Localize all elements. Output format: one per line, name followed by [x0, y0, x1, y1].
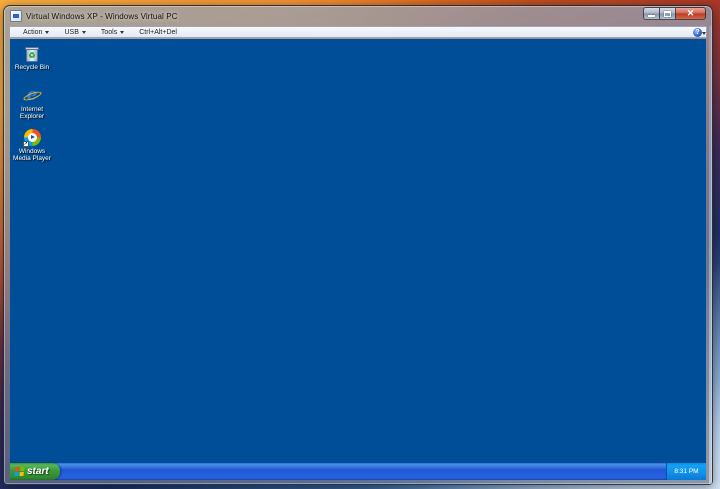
- maximize-icon: [664, 10, 671, 17]
- menu-action-label: Action: [23, 28, 43, 36]
- caption-buttons: ✕: [643, 7, 706, 20]
- minimize-button[interactable]: [643, 7, 660, 20]
- virtual-pc-window[interactable]: Virtual Windows XP - Windows Virtual PC …: [3, 5, 713, 485]
- help-icon[interactable]: ?: [693, 28, 702, 37]
- help-chevron-down-icon[interactable]: [702, 32, 706, 35]
- virtual-pc-app-icon: [10, 10, 22, 22]
- desktop-icon-label: Windows Media Player: [13, 148, 51, 162]
- menu-usb-label: USB: [64, 28, 79, 36]
- start-label: start: [27, 466, 49, 477]
- title-bar[interactable]: Virtual Windows XP - Windows Virtual PC …: [4, 6, 712, 26]
- menu-action[interactable]: Action: [20, 27, 52, 37]
- menu-usb[interactable]: USB: [61, 27, 88, 37]
- chevron-down-icon: [120, 30, 125, 34]
- menu-ctrl-alt-del-label: Ctrl+Alt+Del: [139, 28, 177, 36]
- taskbar[interactable]: start 8:31 PM: [10, 463, 706, 480]
- menu-tools-label: Tools: [100, 28, 118, 36]
- minimize-icon: [648, 14, 655, 17]
- windows-flag-icon: [14, 467, 25, 476]
- desktop-icon-label: Internet Explorer: [19, 106, 45, 120]
- internet-explorer-icon: e: [22, 87, 42, 104]
- maximize-button[interactable]: [660, 7, 676, 20]
- recycle-bin-icon: ♻: [24, 46, 40, 62]
- desktop-icon-recycle-bin[interactable]: ♻ Recycle Bin: [10, 46, 55, 71]
- desktop-icon-label: Recycle Bin: [14, 64, 50, 71]
- window-edge: [709, 26, 712, 484]
- desktop-icon-windows-media-player[interactable]: ↗ Windows Media Player: [10, 129, 55, 162]
- close-button[interactable]: ✕: [676, 7, 706, 20]
- taskbar-clock[interactable]: 8:31 PM: [674, 468, 698, 475]
- guest-desktop[interactable]: ♻ Recycle Bin e Internet Explorer ↗ Wind…: [10, 39, 706, 480]
- menu-ctrl-alt-del[interactable]: Ctrl+Alt+Del: [136, 27, 180, 37]
- chevron-down-icon: [45, 30, 50, 34]
- chevron-down-icon: [81, 30, 86, 34]
- desktop-icon-internet-explorer[interactable]: e Internet Explorer: [10, 87, 55, 121]
- window-title: Virtual Windows XP - Windows Virtual PC: [26, 11, 178, 21]
- close-icon: ✕: [686, 8, 695, 18]
- menu-tools[interactable]: Tools: [98, 27, 127, 37]
- notification-area[interactable]: 8:31 PM: [666, 463, 706, 480]
- start-button[interactable]: start: [10, 463, 60, 480]
- menu-bar: Action USB Tools Ctrl+Alt+Del ?: [9, 26, 707, 38]
- windows-media-player-icon: ↗: [22, 129, 41, 147]
